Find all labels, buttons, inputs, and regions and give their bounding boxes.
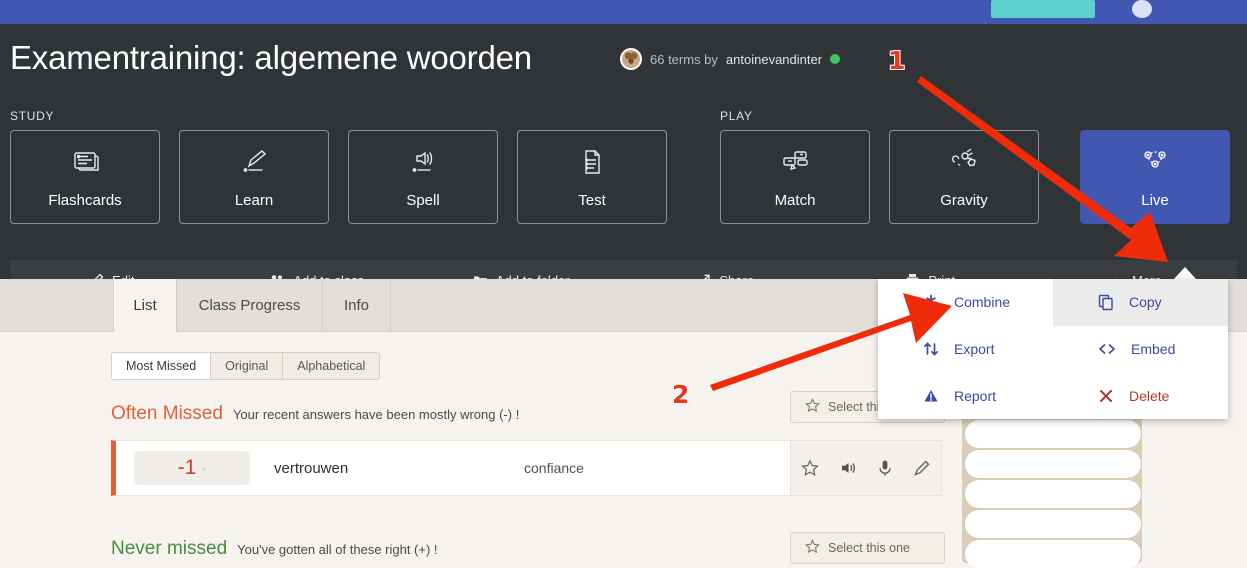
star-icon [805, 539, 820, 557]
app-root: Examentraining: algemene woorden 66 term… [0, 0, 1247, 568]
annotation-number-2: 2 [672, 380, 690, 409]
x-icon [1097, 387, 1115, 405]
term-text: vertrouwen [274, 459, 349, 477]
section-label-play: PLAY [720, 109, 753, 123]
flashcards-icon [63, 146, 107, 178]
menu-item-embed[interactable]: Embed [1053, 326, 1228, 373]
annotation-number-1: 1 [888, 46, 906, 75]
group-header-often-missed: Often Missed Your recent answers have be… [111, 403, 519, 425]
sort-option-alphabetical[interactable]: Alphabetical [283, 353, 380, 379]
section-label-study: STUDY [10, 109, 55, 123]
sort-option-original[interactable]: Original [211, 353, 284, 379]
copy-icon [1097, 293, 1115, 311]
author-name[interactable]: antoinevandinter [726, 52, 822, 67]
menu-item-label: Combine [954, 294, 1011, 311]
mode-button-match[interactable]: Match [720, 130, 870, 224]
group-header-never-missed: Never missed You've gotten all of these … [111, 538, 438, 560]
speaker-icon[interactable] [839, 459, 857, 477]
topnav-cta-button[interactable] [991, 0, 1095, 18]
menu-item-label: Copy [1129, 294, 1162, 311]
topnav-user-avatar[interactable] [1132, 0, 1152, 18]
mode-button-test[interactable]: Test [517, 130, 667, 224]
select-button-label: Select this one [828, 541, 910, 555]
star-icon [805, 398, 820, 416]
mode-label: Test [578, 191, 606, 209]
menu-item-report[interactable]: Report [878, 372, 1053, 419]
export-icon [922, 340, 940, 358]
more-dropdown-menu: Combine Copy Export Embed Report Delete [878, 279, 1228, 419]
set-byline: 66 terms by antoinevandinter [620, 48, 841, 70]
combine-icon [922, 293, 940, 311]
menu-item-export[interactable]: Export [878, 326, 1053, 373]
menu-item-delete[interactable]: Delete [1053, 372, 1228, 419]
pencil-icon[interactable] [913, 459, 931, 477]
mode-label: Live [1141, 191, 1169, 209]
match-icon [773, 146, 817, 178]
group-subtitle: You've gotten all of these right (+) ! [237, 542, 438, 557]
definition-text: confiance [524, 460, 584, 476]
document-icon [570, 146, 614, 178]
online-status-dot [830, 54, 841, 64]
card-stack-item [965, 540, 1141, 568]
live-icon [1133, 146, 1177, 178]
term-actions-tray [790, 440, 942, 496]
card-stack-item [965, 450, 1141, 478]
asteroid-icon [942, 146, 986, 178]
mode-button-live[interactable]: Live [1080, 130, 1230, 224]
menu-item-label: Export [954, 340, 995, 357]
sort-segmented-control: Most Missed Original Alphabetical [111, 352, 381, 380]
group-subtitle: Your recent answers have been mostly wro… [232, 407, 520, 422]
menu-item-label: Embed [1131, 340, 1176, 357]
select-this-one-button-never-missed[interactable]: Select this one [790, 532, 945, 564]
card-stack-item [965, 510, 1141, 538]
sidebar-card-stack [962, 415, 1145, 568]
set-header: Examentraining: algemene woorden 66 term… [0, 24, 1247, 300]
table-row[interactable]: -1 - vertrouwen confiance [111, 440, 791, 496]
card-stack-item [965, 420, 1141, 448]
sort-option-most-missed[interactable]: Most Missed [112, 353, 212, 379]
tab-info[interactable]: Info [323, 279, 391, 332]
pencil-icon [232, 146, 276, 178]
mode-label: Match [774, 191, 816, 209]
mode-button-flashcards[interactable]: Flashcards [10, 130, 160, 224]
speaker-icon [401, 146, 445, 178]
status-badge: -1 - [134, 451, 250, 485]
top-navigation-bar [0, 0, 1247, 24]
mode-button-spell[interactable]: Spell [348, 130, 498, 224]
tab-list[interactable]: List [113, 279, 177, 332]
mode-label: Flashcards [48, 191, 122, 209]
mode-label: Gravity [940, 191, 988, 209]
mode-label: Spell [406, 191, 440, 209]
author-avatar[interactable] [620, 48, 642, 70]
warning-icon [922, 387, 940, 405]
tab-class-progress[interactable]: Class Progress [177, 279, 323, 332]
group-title: Never missed [111, 538, 228, 559]
mode-button-learn[interactable]: Learn [179, 130, 329, 224]
star-icon[interactable] [801, 459, 819, 477]
embed-icon [1097, 340, 1117, 358]
menu-item-copy[interactable]: Copy [1053, 279, 1228, 326]
term-score-sign: - [202, 461, 207, 475]
menu-item-combine[interactable]: Combine [878, 279, 1053, 326]
microphone-icon[interactable] [877, 459, 893, 477]
menu-item-label: Delete [1129, 387, 1170, 404]
mode-label: Learn [234, 191, 274, 209]
menu-item-label: Report [954, 387, 997, 404]
card-stack-item [965, 480, 1141, 508]
group-title: Often Missed [111, 403, 223, 424]
term-score: -1 [177, 456, 197, 479]
mode-button-gravity[interactable]: Gravity [889, 130, 1039, 224]
page-title: Examentraining: algemene woorden [10, 39, 532, 76]
terms-count: 66 terms by [650, 51, 718, 67]
